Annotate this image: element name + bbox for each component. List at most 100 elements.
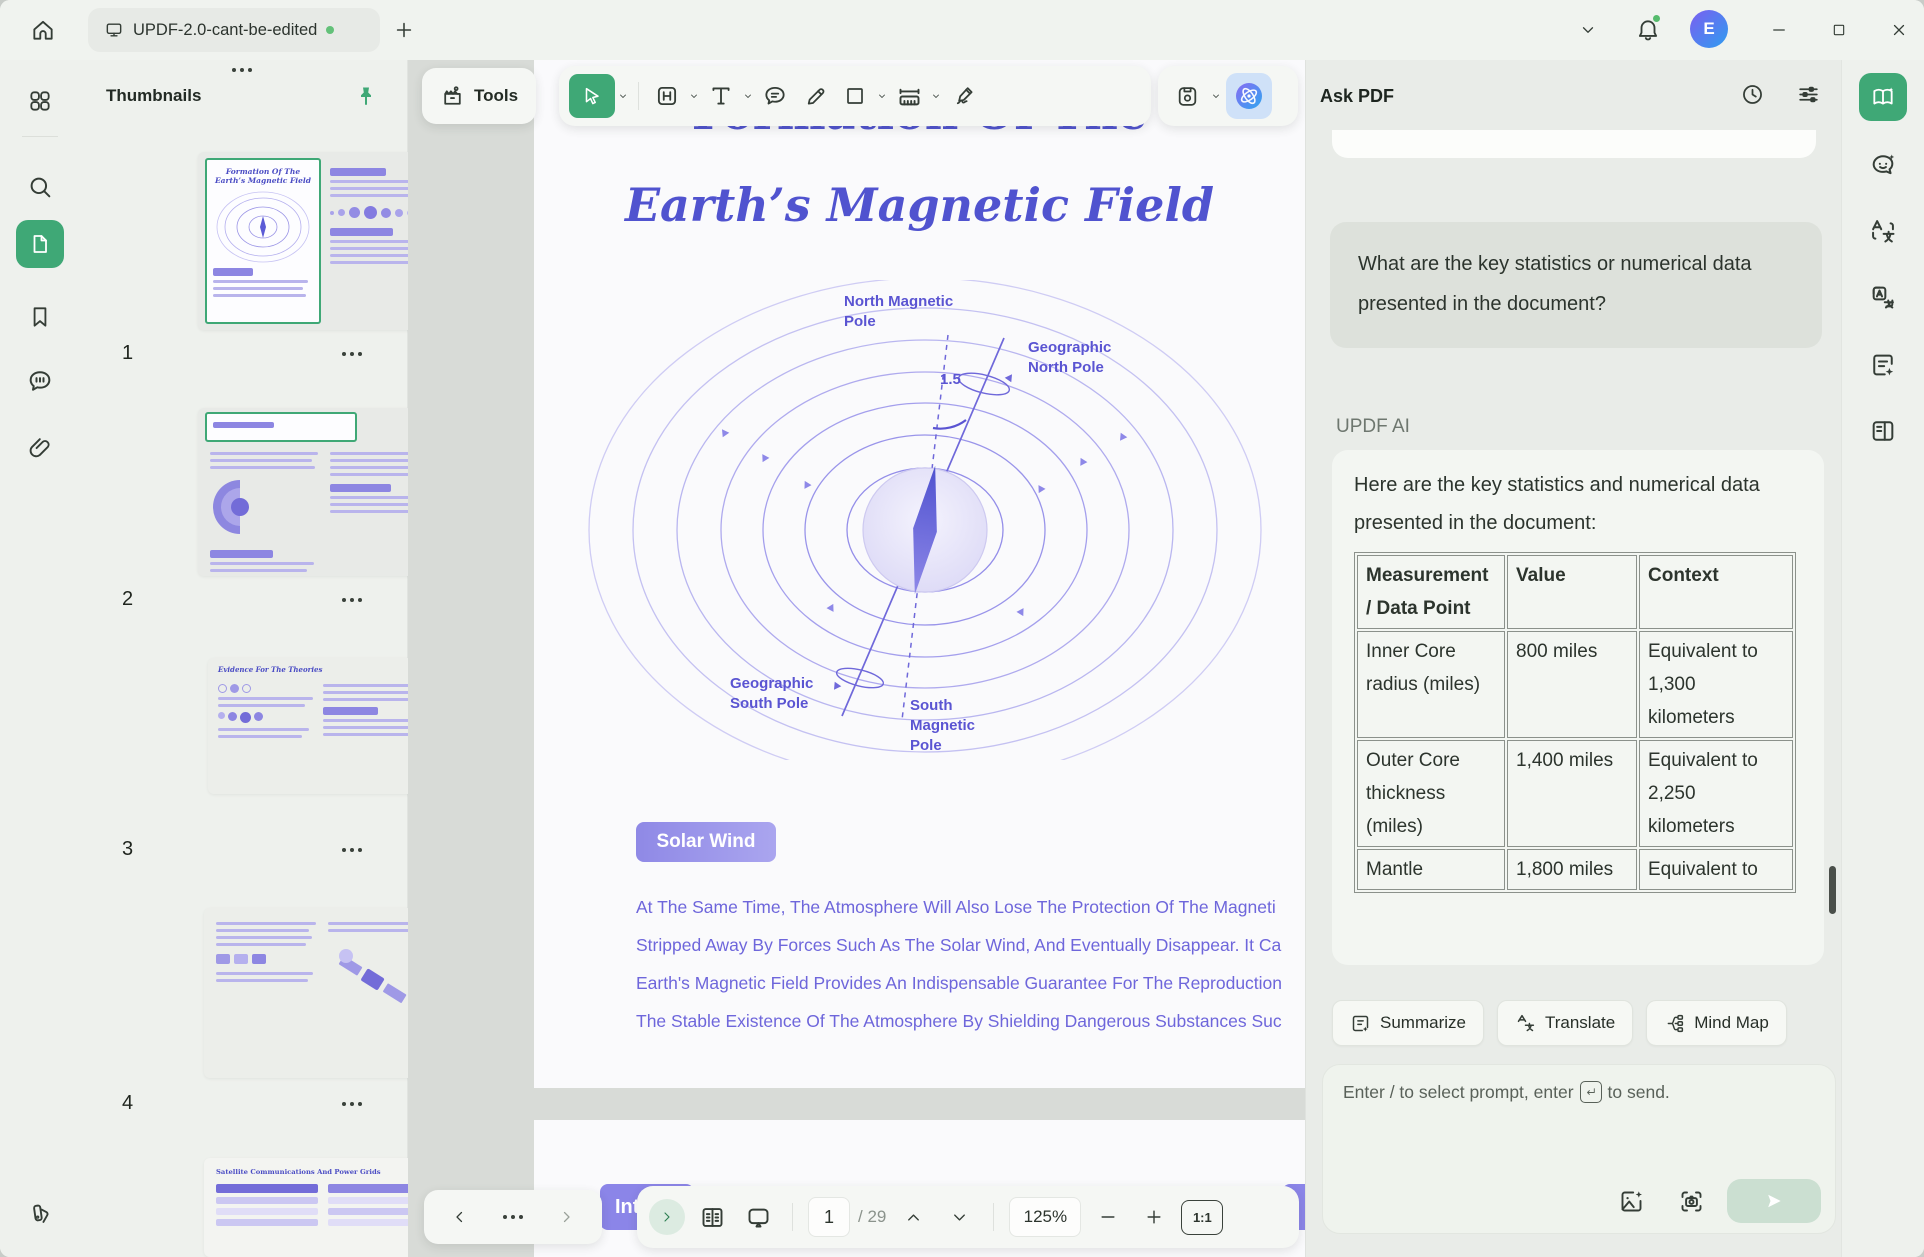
square-shape-icon [843, 84, 867, 108]
pin-icon [354, 84, 378, 108]
user-question-bubble: What are the key statistics or numerical… [1330, 222, 1822, 348]
thumb2-more-button[interactable] [342, 598, 362, 602]
comments-button[interactable] [21, 362, 59, 400]
translate-page-tab-button[interactable] [1864, 212, 1902, 250]
zoom-out-button[interactable] [1089, 1197, 1127, 1237]
label-axis-angle: 1.5 [940, 370, 961, 390]
bookmarks-button[interactable] [21, 298, 59, 336]
layout-tab-button[interactable] [1864, 412, 1902, 450]
bar-divider [792, 1203, 793, 1231]
tools-button[interactable]: Tools [422, 68, 536, 124]
panel-scrollbar-thumb[interactable] [1829, 866, 1836, 914]
maximize-button[interactable] [1822, 14, 1856, 46]
thumbnails-panel-button[interactable] [16, 220, 64, 268]
select-tool-chevron-icon[interactable] [617, 90, 629, 102]
ai-chat-tab-button[interactable] [1864, 146, 1902, 184]
attachments-button[interactable] [21, 428, 59, 466]
ai-assistant-button[interactable] [1226, 73, 1272, 119]
apps-button[interactable] [21, 82, 59, 120]
actual-size-button[interactable]: 1:1 [1181, 1200, 1223, 1235]
thumb4-number: 4 [122, 1092, 133, 1115]
measure-tool-button[interactable] [890, 76, 928, 116]
avatar[interactable]: E [1690, 10, 1728, 48]
translate-letters-icon [1869, 217, 1897, 245]
close-button[interactable] [1882, 14, 1916, 46]
search-button[interactable] [21, 168, 59, 206]
thumbnail-page-4[interactable] [204, 908, 442, 1078]
placeholder-suffix: to send. [1608, 1082, 1670, 1103]
comment-tool-button[interactable] [756, 76, 794, 116]
pin-panel-button[interactable] [348, 78, 384, 114]
thumbnail-page-3[interactable]: Evidence For The Theories [208, 658, 436, 794]
zoom-level-input[interactable]: 125% [1009, 1197, 1081, 1237]
presentation-mode-button[interactable] [739, 1197, 777, 1237]
thumbnail-page-5[interactable]: Satellite Communications And Power Grids [204, 1158, 442, 1257]
expand-bar-button[interactable] [649, 1199, 685, 1235]
thumb3-more-button[interactable] [342, 848, 362, 852]
pencil-tool-button[interactable] [796, 76, 834, 116]
table-row: Inner Core radius (miles) 800 miles Equi… [1357, 631, 1793, 738]
page-down-button[interactable] [940, 1197, 978, 1237]
toolbar-divider [638, 82, 639, 110]
next-chevron-icon[interactable] [557, 1208, 575, 1226]
ai-response-bubble: Here are the key statistics and numerica… [1332, 450, 1824, 965]
tools-label: Tools [474, 86, 518, 106]
ask-pdf-tab-button[interactable] [1859, 73, 1907, 121]
summarize-button[interactable]: Summarize [1332, 1000, 1484, 1046]
collapse-toolbar-button[interactable] [1572, 14, 1604, 46]
heading-tool-button[interactable] [648, 76, 686, 116]
select-tool-button[interactable] [569, 74, 615, 118]
text-tool-chevron-icon[interactable] [742, 90, 754, 102]
book-spread-icon [699, 1204, 726, 1231]
tab-title: UPDF-2.0-cant-be-edited [133, 21, 317, 40]
panel-drag-handle[interactable] [232, 68, 252, 72]
zoom-in-button[interactable] [1135, 1197, 1173, 1237]
table-cell: 1,800 miles [1507, 849, 1637, 890]
thumbnail-page-2[interactable] [198, 408, 443, 576]
translate-button[interactable]: Translate [1497, 1000, 1633, 1046]
reading-mode-button[interactable] [693, 1197, 731, 1237]
signature-tool-button[interactable] [944, 76, 982, 116]
new-tab-button[interactable] [388, 14, 420, 46]
send-button[interactable] [1727, 1179, 1821, 1223]
paragraph-line: Earth's Magnetic Field Provides An Indis… [636, 964, 1305, 1002]
prev-chevron-icon[interactable] [451, 1208, 469, 1226]
minimize-button[interactable] [1762, 14, 1796, 46]
history-button[interactable] [1734, 76, 1770, 112]
thumb4-more-button[interactable] [342, 1102, 362, 1106]
thumb2-left-content [210, 448, 318, 576]
thumb3-number: 3 [122, 838, 133, 861]
page-number-input[interactable]: 1 [808, 1197, 850, 1237]
save-button[interactable] [1168, 76, 1206, 116]
shape-tool-button[interactable] [836, 76, 874, 116]
document-canvas[interactable]: Formation Of The Earth’s Magnetic Field [408, 60, 1305, 1257]
paragraph-line: The Stable Existence Of The Atmosphere B… [636, 1002, 1305, 1040]
mind-map-icon [1664, 1013, 1685, 1034]
translate-document-tab-button[interactable] [1864, 278, 1902, 316]
screenshot-button[interactable] [1673, 1183, 1709, 1219]
add-image-button[interactable] [1613, 1183, 1649, 1219]
thumbnail-page-1[interactable]: Formation Of The Earth’s Magnetic Field [198, 152, 443, 330]
translate-label: Translate [1545, 1013, 1615, 1033]
notifications-button[interactable] [1630, 12, 1666, 48]
shape-tool-chevron-icon[interactable] [876, 90, 888, 102]
mini-bar-more-icon[interactable] [503, 1215, 523, 1219]
thumb1-more-button[interactable] [342, 352, 362, 356]
page-up-button[interactable] [894, 1197, 932, 1237]
save-chevron-icon[interactable] [1210, 90, 1222, 102]
appearance-button[interactable] [21, 1194, 59, 1232]
table-cell: Mantle [1357, 849, 1505, 890]
chat-settings-button[interactable] [1790, 76, 1826, 112]
ai-intro-text: Here are the key statistics and numerica… [1354, 466, 1802, 542]
text-icon [708, 83, 734, 109]
home-button[interactable] [22, 10, 64, 50]
document-tab[interactable]: UPDF-2.0-cant-be-edited [88, 8, 380, 52]
text-tool-button[interactable] [702, 76, 740, 116]
summarize-icon [1350, 1013, 1371, 1034]
mind-map-button[interactable]: Mind Map [1646, 1000, 1787, 1046]
chat-input-box[interactable]: Enter / to select prompt, enter to send. [1322, 1064, 1836, 1234]
measure-tool-chevron-icon[interactable] [930, 90, 942, 102]
heading-tool-chevron-icon[interactable] [688, 90, 700, 102]
ai-summary-tab-button[interactable] [1864, 346, 1902, 384]
bookmark-icon [27, 304, 53, 330]
